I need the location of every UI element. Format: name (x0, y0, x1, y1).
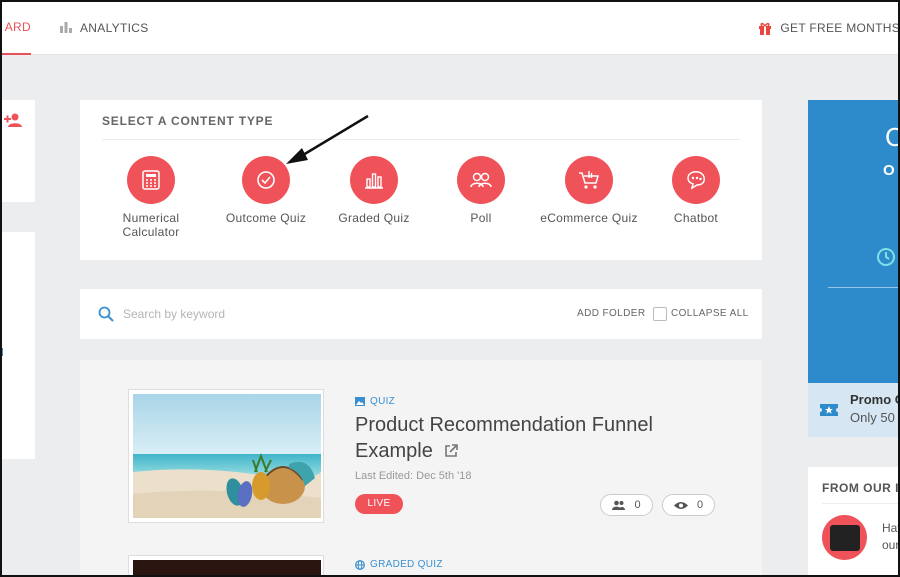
content-type-label: Numerical Calculator (122, 211, 180, 239)
content-type-label: Poll (470, 211, 492, 225)
ticket-icon (820, 404, 838, 416)
cart-icon (565, 156, 613, 204)
content-type-label: Outcome Quiz (225, 211, 307, 225)
content-type-ecommerce-quiz[interactable]: eCommerce Quiz (534, 156, 644, 225)
image-icon (355, 397, 365, 406)
search-icon (98, 306, 114, 322)
item-title[interactable]: Product Recommendation Funnel Example (355, 412, 715, 464)
add-user-icon[interactable] (4, 112, 22, 128)
blog-title: FROM OUR I (822, 481, 899, 495)
collapse-all-checkbox[interactable] (653, 307, 667, 321)
avatar[interactable] (822, 515, 867, 560)
blog-text[interactable]: Hav (882, 521, 900, 535)
beach-image (133, 394, 321, 518)
tab-analytics-label: ANALYTICS (80, 20, 149, 35)
search-input[interactable] (123, 303, 423, 325)
promo-card[interactable]: C O Promo C Only 50 (808, 100, 900, 437)
people-icon (457, 156, 505, 204)
add-folder-button[interactable]: ADD FOLDER (577, 308, 645, 319)
blog-text[interactable]: our (882, 538, 899, 552)
promo-code-text: Only 50 (850, 410, 895, 425)
content-type-label: eCommerce Quiz (540, 211, 638, 225)
content-type-title: SELECT A CONTENT TYPE (102, 114, 274, 128)
tab-analytics[interactable]: ANALYTICS (60, 0, 149, 55)
clock-icon (877, 248, 895, 266)
thumbnail-image (133, 560, 321, 577)
eye-icon (673, 501, 688, 509)
content-list: QUIZ Product Recommendation Funnel Examp… (80, 360, 762, 577)
item-thumbnail[interactable] (128, 555, 324, 577)
tab-dashboard[interactable]: ARD (0, 0, 31, 55)
free-months-label: GET FREE MONTHS (780, 20, 900, 35)
annotation-arrow (286, 114, 369, 164)
divider (822, 503, 900, 504)
promo-code-label: Promo C (850, 392, 900, 407)
promo-subheading: O (883, 162, 895, 179)
search-bar: ADD FOLDER COLLAPSE ALL (80, 289, 762, 339)
item-type-label: QUIZ (370, 396, 396, 407)
last-edited: Last Edited: Dec 5th '18 (355, 470, 472, 482)
top-nav: ARD ANALYTICS GET FREE MONTHS (0, 0, 900, 55)
item-type-tag: GRADED QUIZ (355, 559, 443, 570)
free-months-link[interactable]: GET FREE MONTHS (758, 0, 900, 55)
views-count: 0 (696, 499, 704, 511)
tab-dashboard-label: ARD (4, 19, 31, 34)
content-type-poll[interactable]: Poll (426, 156, 536, 225)
promo-heading: C (885, 122, 900, 152)
left-link-fragment[interactable] (0, 348, 3, 356)
item-type-tag: QUIZ (355, 396, 395, 407)
collapse-all-label[interactable]: COLLAPSE ALL (671, 308, 749, 319)
globe-icon (355, 559, 365, 570)
item-thumbnail[interactable] (128, 389, 324, 523)
bar-chart-icon (60, 22, 72, 33)
content-type-panel: SELECT A CONTENT TYPE Numerical Calculat… (80, 100, 762, 260)
content-type-chatbot[interactable]: Chatbot (641, 156, 751, 225)
divider (828, 287, 900, 288)
content-type-label: Chatbot (673, 211, 719, 225)
content-type-numerical-calculator[interactable]: Numerical Calculator (96, 156, 206, 239)
chat-icon (672, 156, 720, 204)
leads-count-pill[interactable]: 0 (600, 494, 653, 516)
item-title-text: Product Recommendation Funnel Example (355, 414, 653, 462)
leads-count: 0 (634, 499, 641, 511)
blog-card: FROM OUR I Hav our (808, 467, 900, 577)
promo-code-section: Promo C Only 50 (808, 383, 900, 437)
gift-icon (759, 22, 772, 35)
calculator-icon (127, 156, 175, 204)
avatar-image (830, 525, 860, 551)
views-count-pill[interactable]: 0 (662, 494, 715, 516)
users-icon (612, 500, 626, 510)
item-type-label: GRADED QUIZ (370, 559, 443, 570)
external-link-icon[interactable] (444, 444, 459, 458)
status-badge[interactable]: LIVE (355, 494, 403, 514)
divider (102, 139, 740, 140)
left-sidebar-card-2 (0, 232, 35, 459)
content-type-label: Graded Quiz (338, 211, 410, 225)
